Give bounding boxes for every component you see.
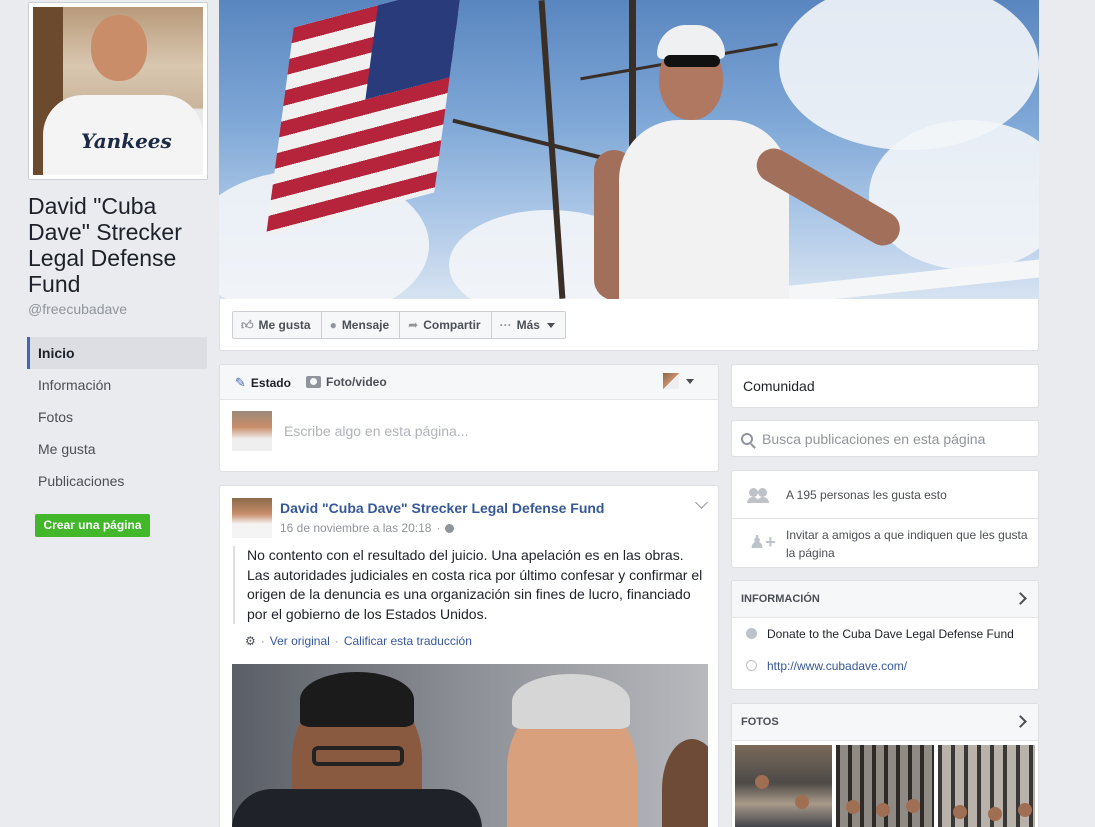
left-navigation: Inicio Información Fotos Me gusta Public… <box>27 337 207 497</box>
like-label: Me gusta <box>258 318 311 332</box>
post-text: No contento con el resultado del juicio.… <box>233 546 705 624</box>
people-icon <box>747 488 769 503</box>
likes-count-text: A 195 personas les gusta esto <box>786 488 947 502</box>
likes-card: A 195 personas les gusta esto ♟+ Invitar… <box>731 470 1039 568</box>
more-icon: ··· <box>499 318 512 332</box>
tab-foto-video[interactable]: Foto/video <box>306 375 387 389</box>
globe-icon <box>746 660 757 671</box>
chevron-right-icon <box>1014 715 1027 728</box>
profile-shirt-text: Yankees <box>81 129 172 153</box>
nav-item-fotos[interactable]: Fotos <box>27 401 207 433</box>
photos-card: FOTOS <box>731 703 1039 827</box>
photo-thumbnail[interactable] <box>836 745 934 827</box>
more-label: Más <box>516 318 540 332</box>
search-icon <box>741 432 753 445</box>
rate-translation-link[interactable]: Calificar esta traducción <box>344 634 472 648</box>
info-card: INFORMACIÓN Donate to the Cuba Dave Lega… <box>731 580 1039 690</box>
messenger-icon: ● <box>329 318 337 332</box>
info-header[interactable]: INFORMACIÓN <box>732 581 1038 618</box>
post-options-chevron-icon[interactable] <box>695 496 708 509</box>
post-timestamp[interactable]: 16 de noviembre a las 20:18 <box>280 521 431 535</box>
camera-icon <box>306 376 321 388</box>
post-composer: ✎ Estado Foto/video Escribe algo en esta… <box>219 364 719 472</box>
see-original-link[interactable]: Ver original <box>270 634 330 648</box>
photos-header-label: FOTOS <box>741 716 779 728</box>
photo-thumbnails <box>732 741 1038 827</box>
community-card[interactable]: Comunidad <box>731 364 1039 408</box>
composer-tabs: ✎ Estado Foto/video <box>220 365 718 400</box>
tab-estado-label: Estado <box>250 376 291 390</box>
caret-down-icon <box>546 322 555 328</box>
post-meta: 16 de noviembre a las 20:18 · <box>280 521 455 535</box>
invite-friends-row[interactable]: ♟+ Invitar a amigos a que indiquen que l… <box>732 519 1038 567</box>
photo-thumbnail[interactable] <box>937 745 1035 827</box>
invite-text: Invitar a amigos a que indiquen que les … <box>786 528 1028 560</box>
info-header-label: INFORMACIÓN <box>741 593 820 605</box>
pencil-icon: ✎ <box>235 375 246 390</box>
post-photo[interactable] <box>232 664 708 827</box>
info-item-website: http://www.cubadave.com/ <box>732 650 1038 682</box>
feed-post: David "Cuba Dave" Strecker Legal Defense… <box>219 485 719 827</box>
chevron-right-icon <box>1014 592 1027 605</box>
invite-icon: ♟+ <box>749 532 776 552</box>
photo-thumbnail[interactable] <box>735 745 833 827</box>
caret-down-icon <box>686 378 694 384</box>
share-icon: ➦ <box>408 318 419 332</box>
tab-estado[interactable]: ✎ Estado <box>235 375 291 391</box>
tab-foto-label: Foto/video <box>326 375 387 389</box>
gear-icon[interactable]: ⚙ <box>245 634 256 648</box>
avatar <box>663 373 679 389</box>
post-author[interactable]: David "Cuba Dave" Strecker Legal Defense… <box>280 500 605 516</box>
nav-item-inicio[interactable]: Inicio <box>27 337 207 369</box>
like-button[interactable]: 👍︎ Me gusta <box>233 312 322 338</box>
info-about-text: Donate to the Cuba Dave Legal Defense Fu… <box>767 627 1014 641</box>
page-search[interactable]: Busca publicaciones en esta página <box>731 420 1039 457</box>
info-item-about: Donate to the Cuba Dave Legal Defense Fu… <box>732 618 1038 650</box>
create-page-button[interactable]: Crear una página <box>35 514 150 537</box>
page-title: David "Cuba Dave" Strecker Legal Defense… <box>28 193 182 297</box>
action-button-group: 👍︎ Me gusta ● Mensaje ➦ Compartir ··· Má… <box>232 311 566 339</box>
page-action-bar: 👍︎ Me gusta ● Mensaje ➦ Compartir ··· Má… <box>219 299 1039 351</box>
likes-count-row[interactable]: A 195 personas les gusta esto <box>732 471 1038 519</box>
globe-icon <box>445 523 455 533</box>
info-icon <box>746 628 757 639</box>
search-input[interactable]: Busca publicaciones en esta página <box>762 431 985 447</box>
composer-input[interactable]: Escribe algo en esta página... <box>284 423 468 439</box>
thumbs-up-icon: 👍︎ <box>241 318 254 332</box>
translation-bar: ⚙ · Ver original · Calificar esta traduc… <box>245 634 472 648</box>
nav-item-informacion[interactable]: Información <box>27 369 207 401</box>
post-author-avatar[interactable] <box>232 498 272 538</box>
page-handle[interactable]: @freecubadave <box>28 301 127 317</box>
message-label: Mensaje <box>341 318 390 332</box>
share-label: Compartir <box>423 318 481 332</box>
nav-item-publicaciones[interactable]: Publicaciones <box>27 465 207 497</box>
avatar <box>232 411 272 451</box>
message-button[interactable]: ● Mensaje <box>322 312 401 338</box>
profile-picture[interactable]: Yankees <box>28 2 208 180</box>
share-button[interactable]: ➦ Compartir <box>400 312 492 338</box>
website-link[interactable]: http://www.cubadave.com/ <box>767 659 907 673</box>
profile-photo: Yankees <box>33 7 203 175</box>
photos-header[interactable]: FOTOS <box>732 704 1038 741</box>
cover-photo[interactable] <box>219 0 1039 299</box>
more-button[interactable]: ··· Más <box>492 312 565 338</box>
nav-item-me-gusta[interactable]: Me gusta <box>27 433 207 465</box>
post-as-selector[interactable] <box>663 373 694 389</box>
